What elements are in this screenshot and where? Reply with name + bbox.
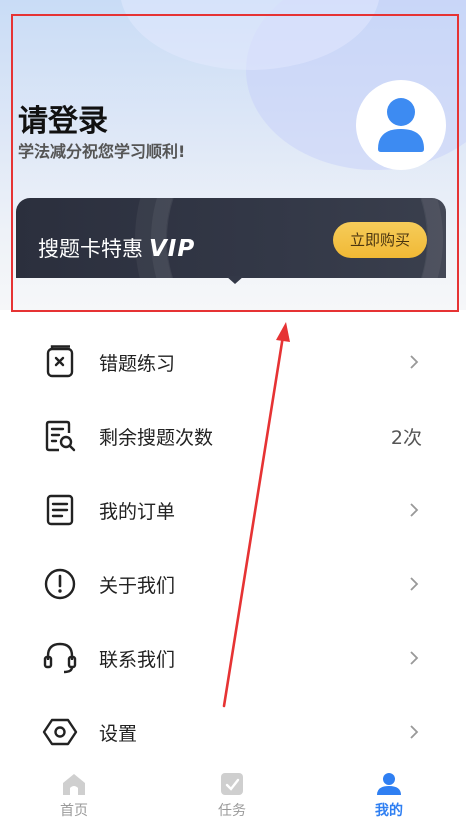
tab-label: 首页 <box>60 803 88 819</box>
settings-hexagon-icon <box>42 718 78 746</box>
menu-item-label: 设置 <box>99 723 138 745</box>
chevron-right-icon <box>410 503 419 517</box>
menu-item-label: 剩余搜题次数 <box>99 427 214 449</box>
tab-tasks[interactable]: 任务 <box>182 764 282 820</box>
highlight-box <box>11 14 459 312</box>
menu-item-wrong-questions[interactable]: 错题练习 <box>0 326 466 398</box>
profile-icon <box>377 773 401 795</box>
menu-item-remaining-searches[interactable]: 剩余搜题次数 2次 <box>0 400 466 472</box>
menu-item-contact-us[interactable]: 联系我们 <box>0 622 466 694</box>
wrong-notebook-icon <box>46 345 74 378</box>
home-icon <box>63 774 85 795</box>
tab-profile[interactable]: 我的 <box>339 764 439 820</box>
tab-label: 我的 <box>375 803 403 819</box>
chevron-right-icon <box>410 651 419 665</box>
remaining-count: 2次 <box>390 427 422 449</box>
menu-item-about-us[interactable]: 关于我们 <box>0 548 466 620</box>
tab-home[interactable]: 首页 <box>24 764 124 820</box>
menu-item-my-orders[interactable]: 我的订单 <box>0 474 466 546</box>
order-document-icon <box>46 494 74 526</box>
menu-item-label: 我的订单 <box>99 501 176 523</box>
search-document-icon <box>45 420 76 452</box>
bottom-tab-bar: 首页 任务 我的 <box>0 764 466 820</box>
headset-icon <box>43 642 77 674</box>
chevron-right-icon <box>410 355 419 369</box>
menu-item-settings[interactable]: 设置 <box>0 696 466 768</box>
menu-item-label: 联系我们 <box>99 649 176 671</box>
chevron-right-icon <box>410 577 419 591</box>
menu-item-label: 错题练习 <box>99 353 176 375</box>
info-exclamation-icon <box>44 568 76 600</box>
task-icon <box>221 773 243 795</box>
chevron-right-icon <box>410 725 419 739</box>
menu-item-label: 关于我们 <box>99 575 176 597</box>
tab-label: 任务 <box>218 803 246 819</box>
